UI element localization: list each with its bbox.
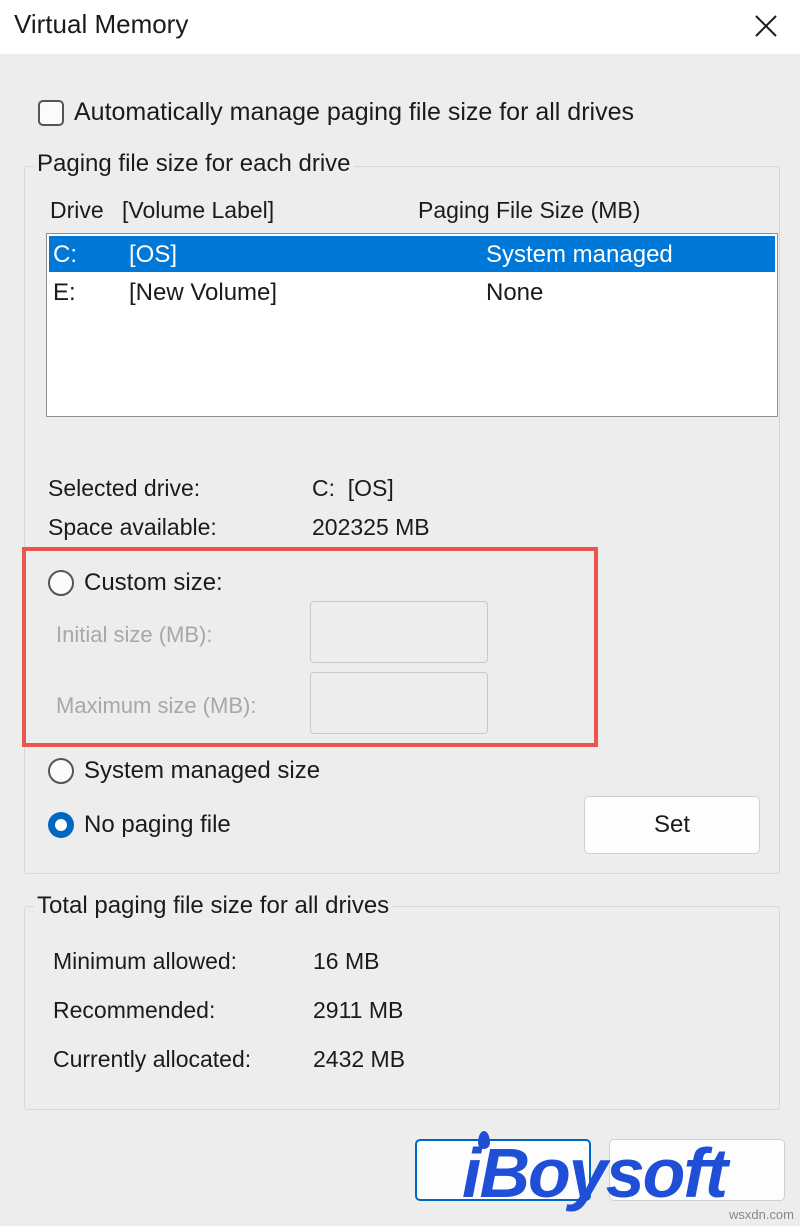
custom-size-label: Custom size:	[84, 569, 223, 596]
drive-paging-size: None	[486, 279, 544, 306]
selected-drive-value: C: [OS]	[312, 475, 394, 501]
set-button[interactable]: Set	[584, 796, 760, 854]
window-title: Virtual Memory	[14, 9, 189, 39]
no-paging-option[interactable]: No paging file	[48, 811, 231, 839]
currently-allocated-value: 2432 MB	[313, 1046, 406, 1072]
custom-size-option[interactable]: Custom size:	[48, 569, 223, 597]
drive-letter: C:	[53, 241, 77, 268]
maximum-size-input[interactable]	[310, 672, 488, 734]
title-bar: Virtual Memory	[0, 0, 800, 54]
auto-manage-checkbox-row[interactable]: Automatically manage paging file size fo…	[38, 98, 634, 127]
initial-size-input[interactable]	[310, 601, 488, 663]
space-available-value: 202325 MB	[312, 514, 430, 540]
drive-list[interactable]: C: [OS] System managed E: [New Volume] N…	[46, 233, 778, 417]
space-available-label: Space available:	[48, 514, 217, 540]
system-managed-label: System managed size	[84, 757, 321, 784]
paging-group-title: Paging file size for each drive	[34, 150, 354, 178]
auto-manage-label: Automatically manage paging file size fo…	[74, 98, 634, 126]
minimum-allowed-value: 16 MB	[313, 948, 380, 974]
initial-size-label: Initial size (MB):	[56, 622, 213, 647]
site-watermark: wsxdn.com	[728, 1207, 794, 1222]
drive-volume-label: [OS]	[129, 241, 178, 268]
drive-paging-size: System managed	[486, 241, 673, 268]
no-paging-label: No paging file	[84, 811, 231, 838]
column-header-drive: Drive	[50, 197, 104, 223]
auto-manage-checkbox[interactable]	[38, 99, 64, 126]
minimum-allowed-label: Minimum allowed:	[53, 948, 238, 974]
totals-group-title: Total paging file size for all drives	[34, 892, 393, 920]
close-button[interactable]	[746, 6, 786, 46]
drive-volume-label: [New Volume]	[129, 279, 278, 306]
recommended-value: 2911 MB	[313, 997, 404, 1023]
drive-row-e[interactable]: E: [New Volume] None	[49, 274, 775, 310]
drive-row-c[interactable]: C: [OS] System managed	[49, 236, 775, 272]
recommended-label: Recommended:	[53, 997, 216, 1023]
close-icon	[755, 15, 777, 37]
custom-size-radio[interactable]	[48, 570, 74, 596]
watermark-logo: iBoysoft	[462, 1134, 728, 1212]
selected-drive-label: Selected drive:	[48, 475, 201, 501]
column-header-paging-size: Paging File Size (MB)	[418, 197, 641, 223]
system-managed-radio[interactable]	[48, 758, 74, 784]
currently-allocated-label: Currently allocated:	[53, 1046, 252, 1072]
column-header-volume-label: [Volume Label]	[122, 197, 275, 223]
no-paging-radio[interactable]	[48, 812, 74, 838]
system-managed-option[interactable]: System managed size	[48, 757, 320, 785]
maximum-size-label: Maximum size (MB):	[56, 693, 257, 718]
drive-letter: E:	[53, 279, 76, 306]
